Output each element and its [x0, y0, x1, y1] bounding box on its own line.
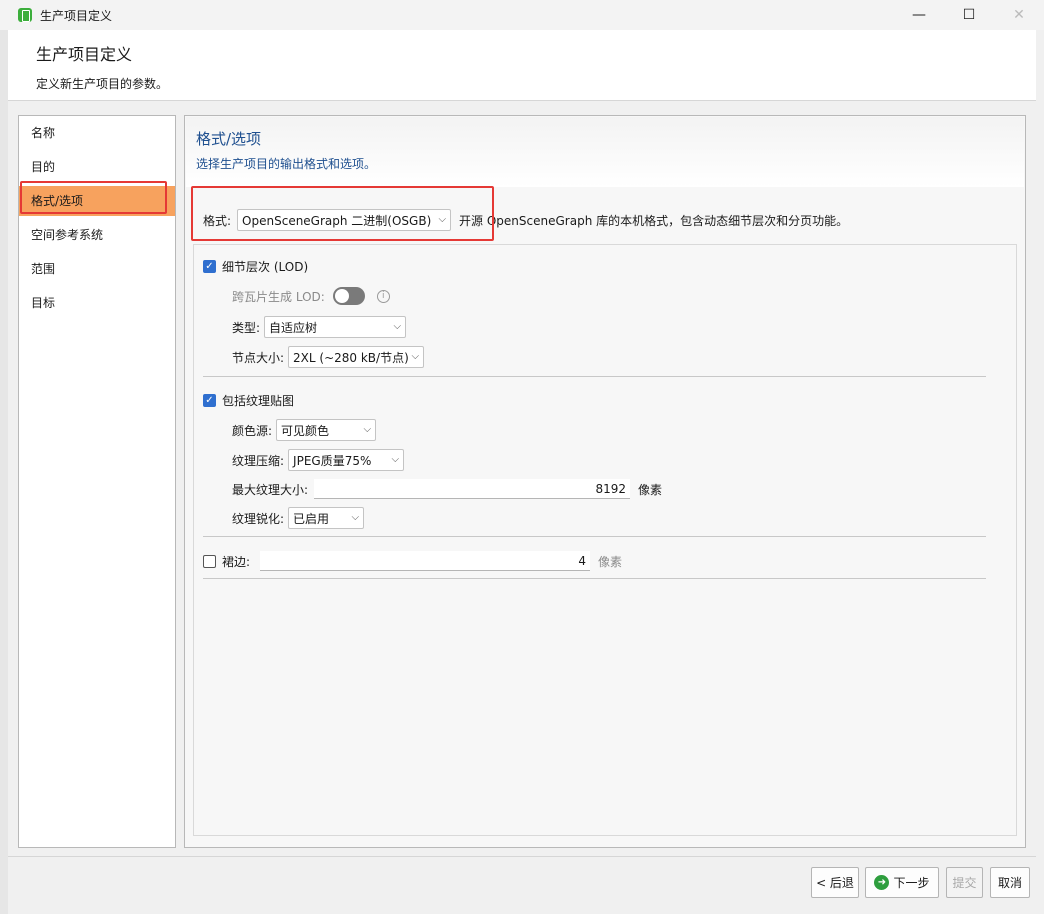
panel-description: 选择生产项目的输出格式和选项。	[196, 157, 377, 171]
texture-checkbox[interactable]: ✓	[203, 393, 216, 407]
close-button[interactable]: ✕	[994, 0, 1044, 30]
highlight-box-format	[191, 186, 494, 241]
highlight-box-nav	[20, 181, 167, 214]
wizard-footer: < 后退 ➜ 下一步 提交 取消	[8, 856, 1036, 910]
next-button[interactable]: ➜ 下一步	[865, 867, 939, 898]
cross-tile-toggle[interactable]	[332, 287, 365, 305]
options-area: ✓ 细节层次 (LOD) 跨瓦片生成 LOD: i 类型: 自适应树 ⌵ 节点大…	[193, 244, 1017, 836]
texture-label: 包括纹理贴图	[222, 393, 295, 408]
skirt-input[interactable]: 4	[260, 551, 591, 571]
lod-label: 细节层次 (LOD)	[222, 259, 309, 274]
sharpen-row: 纹理锐化: 已启用 ⌵	[232, 507, 365, 529]
wizard-header: 生产项目定义 定义新生产项目的参数。	[8, 30, 1036, 100]
lod-type-label: 类型:	[232, 320, 261, 335]
color-source-row: 颜色源: 可见颜色 ⌵	[232, 419, 377, 441]
submit-button[interactable]: 提交	[946, 867, 983, 898]
lod-type-value: 自适应树	[269, 320, 318, 335]
divider	[203, 578, 986, 579]
node-size-row: 节点大小: 2XL (~280 kB/节点) ⌵	[232, 346, 425, 368]
skirt-row: 裙边: 4 像素	[203, 550, 622, 572]
cancel-button[interactable]: 取消	[990, 867, 1030, 898]
node-size-select[interactable]: 2XL (~280 kB/节点) ⌵	[288, 346, 425, 368]
color-source-select[interactable]: 可见颜色 ⌵	[276, 419, 377, 441]
sharpen-label: 纹理锐化:	[232, 511, 285, 526]
next-button-label: 下一步	[893, 876, 930, 890]
color-source-label: 颜色源:	[232, 423, 273, 438]
color-source-value: 可见颜色	[281, 423, 330, 438]
nav-item-destination[interactable]: 目标	[19, 288, 175, 318]
format-note: 开源 OpenSceneGraph 库的本机格式，包含动态细节层次和分页功能。	[459, 213, 849, 228]
cross-tile-label: 跨瓦片生成 LOD:	[232, 289, 325, 304]
skirt-label: 裙边:	[222, 554, 251, 569]
nav-item-name[interactable]: 名称	[19, 118, 175, 148]
node-size-value: 2XL (~280 kB/节点)	[293, 350, 409, 365]
window-title: 生产项目定义	[40, 8, 113, 23]
panel-header: 格式/选项 选择生产项目的输出格式和选项。	[186, 117, 1024, 187]
chevron-down-icon: ⌵	[411, 351, 420, 362]
nav-item-purpose[interactable]: 目的	[19, 152, 175, 182]
lod-type-select[interactable]: 自适应树 ⌵	[264, 316, 407, 338]
skirt-unit: 像素	[598, 554, 623, 569]
chevron-down-icon: ⌵	[393, 321, 402, 332]
app-icon	[18, 8, 32, 22]
nav-item-extent[interactable]: 范围	[19, 254, 175, 284]
wizard-title: 生产项目定义	[36, 45, 133, 64]
max-texture-input[interactable]: 8192	[314, 479, 631, 499]
max-texture-unit: 像素	[638, 482, 663, 497]
node-size-label: 节点大小:	[232, 350, 285, 365]
maximize-button[interactable]: ☐	[944, 0, 994, 30]
lod-row: ✓ 细节层次 (LOD)	[203, 255, 308, 277]
chevron-down-icon: ⌵	[351, 512, 360, 523]
background-window-strip	[0, 30, 8, 914]
cross-tile-row: 跨瓦片生成 LOD: i	[232, 285, 390, 307]
lod-type-row: 类型: 自适应树 ⌵	[232, 316, 407, 338]
sharpen-value: 已启用	[293, 511, 330, 526]
sharpen-select[interactable]: 已启用 ⌵	[288, 507, 365, 529]
skirt-checkbox[interactable]	[203, 554, 216, 568]
arrow-right-icon: ➜	[874, 875, 890, 890]
wizard-description: 定义新生产项目的参数。	[36, 77, 169, 91]
texture-row: ✓ 包括纹理贴图	[203, 389, 294, 411]
title-bar: 生产项目定义 — ☐ ✕	[0, 0, 1044, 30]
back-button[interactable]: < 后退	[811, 867, 859, 898]
step-navigation: 名称 目的 格式/选项 空间参考系统 范围 目标	[18, 115, 176, 848]
max-texture-label: 最大纹理大小:	[232, 482, 309, 497]
window-controls: — ☐ ✕	[894, 0, 1044, 30]
chevron-down-icon: ⌵	[363, 424, 372, 435]
compression-label: 纹理压缩:	[232, 453, 285, 468]
info-icon[interactable]: i	[376, 289, 390, 303]
divider	[203, 536, 986, 537]
lod-checkbox[interactable]: ✓	[203, 259, 216, 273]
wizard-body: 名称 目的 格式/选项 空间参考系统 范围 目标 格式/选项 选择生产项目的输出…	[8, 100, 1036, 855]
nav-item-srs[interactable]: 空间参考系统	[19, 220, 175, 250]
compression-row: 纹理压缩: JPEG质量75% ⌵	[232, 449, 405, 471]
max-texture-row: 最大纹理大小: 8192 像素	[232, 478, 662, 500]
divider	[203, 376, 986, 377]
minimize-button[interactable]: —	[894, 0, 944, 30]
chevron-down-icon: ⌵	[391, 454, 400, 465]
panel-title: 格式/选项	[196, 130, 262, 148]
compression-value: JPEG质量75%	[293, 453, 372, 468]
compression-select[interactable]: JPEG质量75% ⌵	[288, 449, 405, 471]
